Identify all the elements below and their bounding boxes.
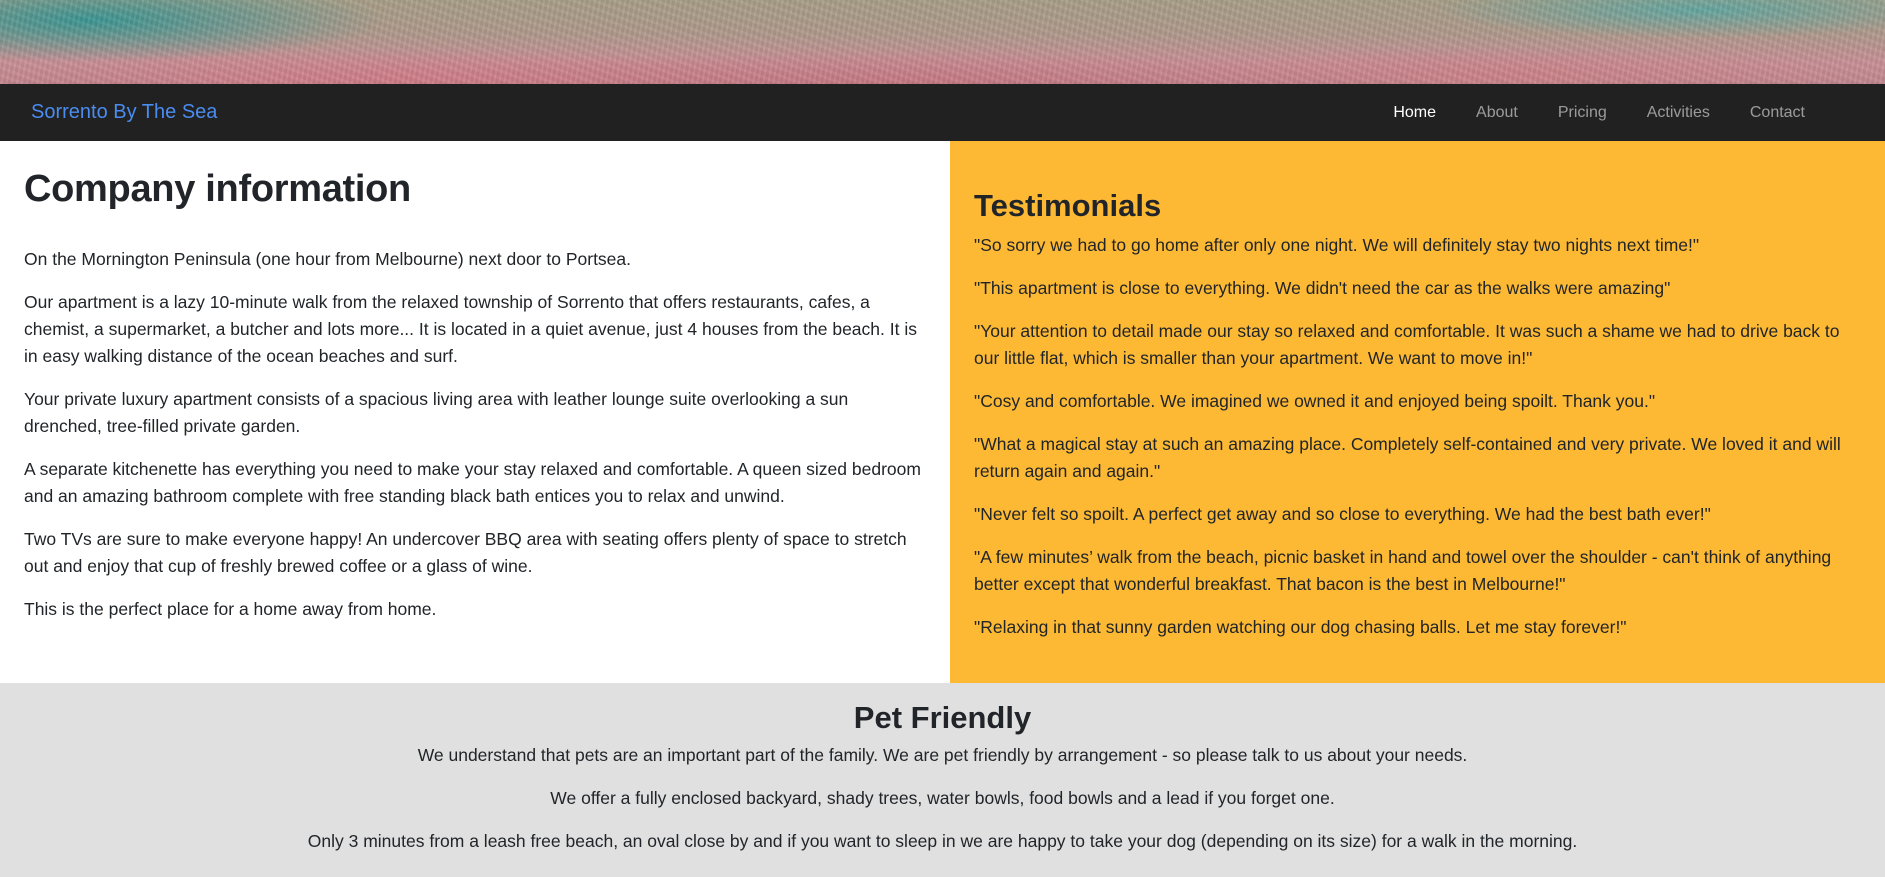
company-paragraph: Our apartment is a lazy 10-minute walk f…: [24, 291, 917, 366]
navbar: Sorrento By The Sea Home About Pricing A…: [0, 84, 1885, 141]
company-paragraph: Two TVs are sure to make everyone happy!…: [24, 528, 907, 576]
nav-link-pricing[interactable]: Pricing: [1538, 84, 1627, 141]
company-info-title: Company information: [24, 168, 411, 210]
pet-friendly-section: Pet Friendly We understand that pets are…: [0, 683, 1885, 877]
company-paragraph: On the Mornington Peninsula (one hour fr…: [24, 248, 632, 269]
company-paragraph: This is the perfect place for a home awa…: [24, 598, 437, 619]
testimonials-title: Testimonials: [974, 188, 1162, 223]
hero-texture: [0, 0, 1885, 84]
brand-link[interactable]: Sorrento By The Sea: [31, 84, 217, 141]
company-info-section: Company information On the Mornington Pe…: [0, 141, 950, 683]
pet-paragraph: Only 3 minutes from a leash free beach, …: [307, 831, 1578, 852]
nav-link-home[interactable]: Home: [1373, 84, 1456, 141]
testimonial-item: "Never felt so spoilt. A perfect get awa…: [974, 504, 1711, 525]
company-paragraph: Your private luxury apartment consists o…: [24, 388, 849, 436]
nav-link-activities[interactable]: Activities: [1627, 84, 1730, 141]
hero-beach-image: [0, 0, 1885, 84]
testimonial-item: "This apartment is close to everything. …: [974, 278, 1671, 299]
company-paragraph: A separate kitchenette has everything yo…: [24, 458, 921, 506]
pet-paragraph: We offer a fully enclosed backyard, shad…: [550, 788, 1335, 809]
testimonial-item: "Relaxing in that sunny garden watching …: [974, 617, 1627, 638]
nav-links: Home About Pricing Activities Contact: [1373, 84, 1825, 141]
testimonial-item: "So sorry we had to go home after only o…: [974, 235, 1700, 256]
nav-link-contact[interactable]: Contact: [1730, 84, 1825, 141]
testimonial-item: "A few minutes’ walk from the beach, pic…: [974, 547, 1832, 595]
nav-link-about[interactable]: About: [1456, 84, 1538, 141]
pet-paragraph: We understand that pets are an important…: [417, 745, 1468, 766]
testimonial-item: "Your attention to detail made our stay …: [974, 321, 1840, 369]
testimonials-section: Testimonials "So sorry we had to go home…: [950, 141, 1885, 683]
pet-friendly-title: Pet Friendly: [853, 700, 1032, 735]
testimonial-item: "Cosy and comfortable. We imagined we ow…: [974, 391, 1656, 412]
testimonial-item: "What a magical stay at such an amazing …: [974, 434, 1841, 482]
